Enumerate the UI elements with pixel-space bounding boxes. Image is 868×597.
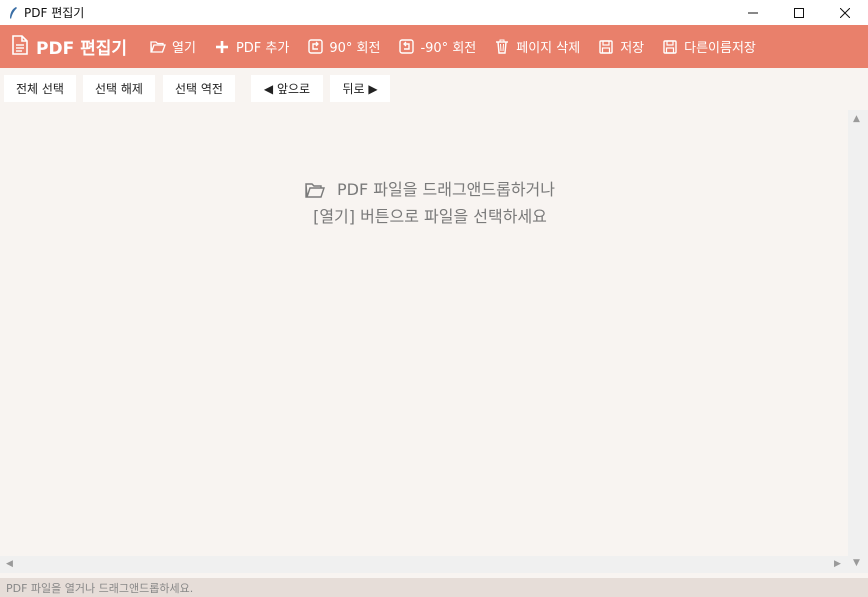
maximize-icon [794,7,804,18]
main-toolbar: PDF 편집기 열기 PDF 추가 90° 회전 -90° 회전 페이지 삭제 [0,25,868,68]
window-controls [730,0,868,25]
folder-open-icon [305,181,325,205]
selection-bar: 전체 선택 선택 해제 선택 역전 ◀ 앞으로 뒤로 ▶ [0,68,868,110]
rotate-minus-90-button[interactable]: -90° 회전 [389,25,485,68]
empty-state-line1: PDF 파일을 드래그앤드롭하거나 [337,180,555,199]
rotate-90-button[interactable]: 90° 회전 [298,25,389,68]
feather-icon [5,5,21,21]
rotate-cw-icon [307,39,323,55]
close-button[interactable] [822,0,868,25]
move-forward-button[interactable]: ◀ 앞으로 [251,75,323,102]
close-icon [840,7,850,18]
scroll-right-icon[interactable]: ▶ [834,560,841,569]
move-backward-button[interactable]: 뒤로 ▶ [330,75,390,102]
horizontal-scrollbar[interactable]: ◀ ▶ [0,556,848,573]
window-title: PDF 편집기 [24,6,85,20]
save-icon [598,39,614,55]
status-bar: PDF 파일을 열거나 드래그앤드롭하세요. [0,578,868,597]
vertical-scrollbar[interactable]: ▲ ▼ [848,110,868,573]
plus-icon [214,39,230,55]
minimize-icon [748,12,758,13]
delete-page-button[interactable]: 페이지 삭제 [485,25,589,68]
deselect-button[interactable]: 선택 해제 [83,75,155,102]
open-label: 열기 [172,41,196,56]
scroll-down-icon[interactable]: ▼ [853,559,860,568]
add-pdf-button[interactable]: PDF 추가 [205,25,298,68]
open-button[interactable]: 열기 [141,25,205,68]
empty-state-message: PDF 파일을 드래그앤드롭하거나 [열기] 버튼으로 파일을 선택하세요 [0,178,860,229]
add-pdf-label: PDF 추가 [235,41,290,56]
rotate-ccw-icon [398,39,414,55]
maximize-button[interactable] [776,0,822,25]
save-label: 저장 [620,41,645,56]
scroll-up-icon[interactable]: ▲ [853,115,860,124]
save-as-icon [662,39,678,55]
rotate-minus-90-label: -90° 회전 [420,41,477,56]
page-canvas[interactable]: PDF 파일을 드래그앤드롭하거나 [열기] 버튼으로 파일을 선택하세요 [0,110,848,556]
status-text: PDF 파일을 열거나 드래그앤드롭하세요. [6,581,194,595]
title-bar: PDF 편집기 [0,0,868,25]
empty-state-line2: [열기] 버튼으로 파일을 선택하세요 [313,207,547,226]
select-all-button[interactable]: 전체 선택 [4,75,76,102]
minimize-button[interactable] [730,0,776,25]
scroll-left-icon[interactable]: ◀ [6,560,13,569]
invert-selection-button[interactable]: 선택 역전 [163,75,235,102]
save-as-label: 다른이름저장 [684,41,756,56]
document-icon [12,34,28,59]
save-button[interactable]: 저장 [589,25,653,68]
save-as-button[interactable]: 다른이름저장 [653,25,765,68]
brand-title: PDF 편집기 [36,39,128,59]
folder-open-icon [150,39,166,55]
rotate-90-label: 90° 회전 [329,41,381,56]
trash-icon [494,39,510,55]
brand: PDF 편집기 [12,34,127,59]
delete-page-label: 페이지 삭제 [516,41,581,56]
